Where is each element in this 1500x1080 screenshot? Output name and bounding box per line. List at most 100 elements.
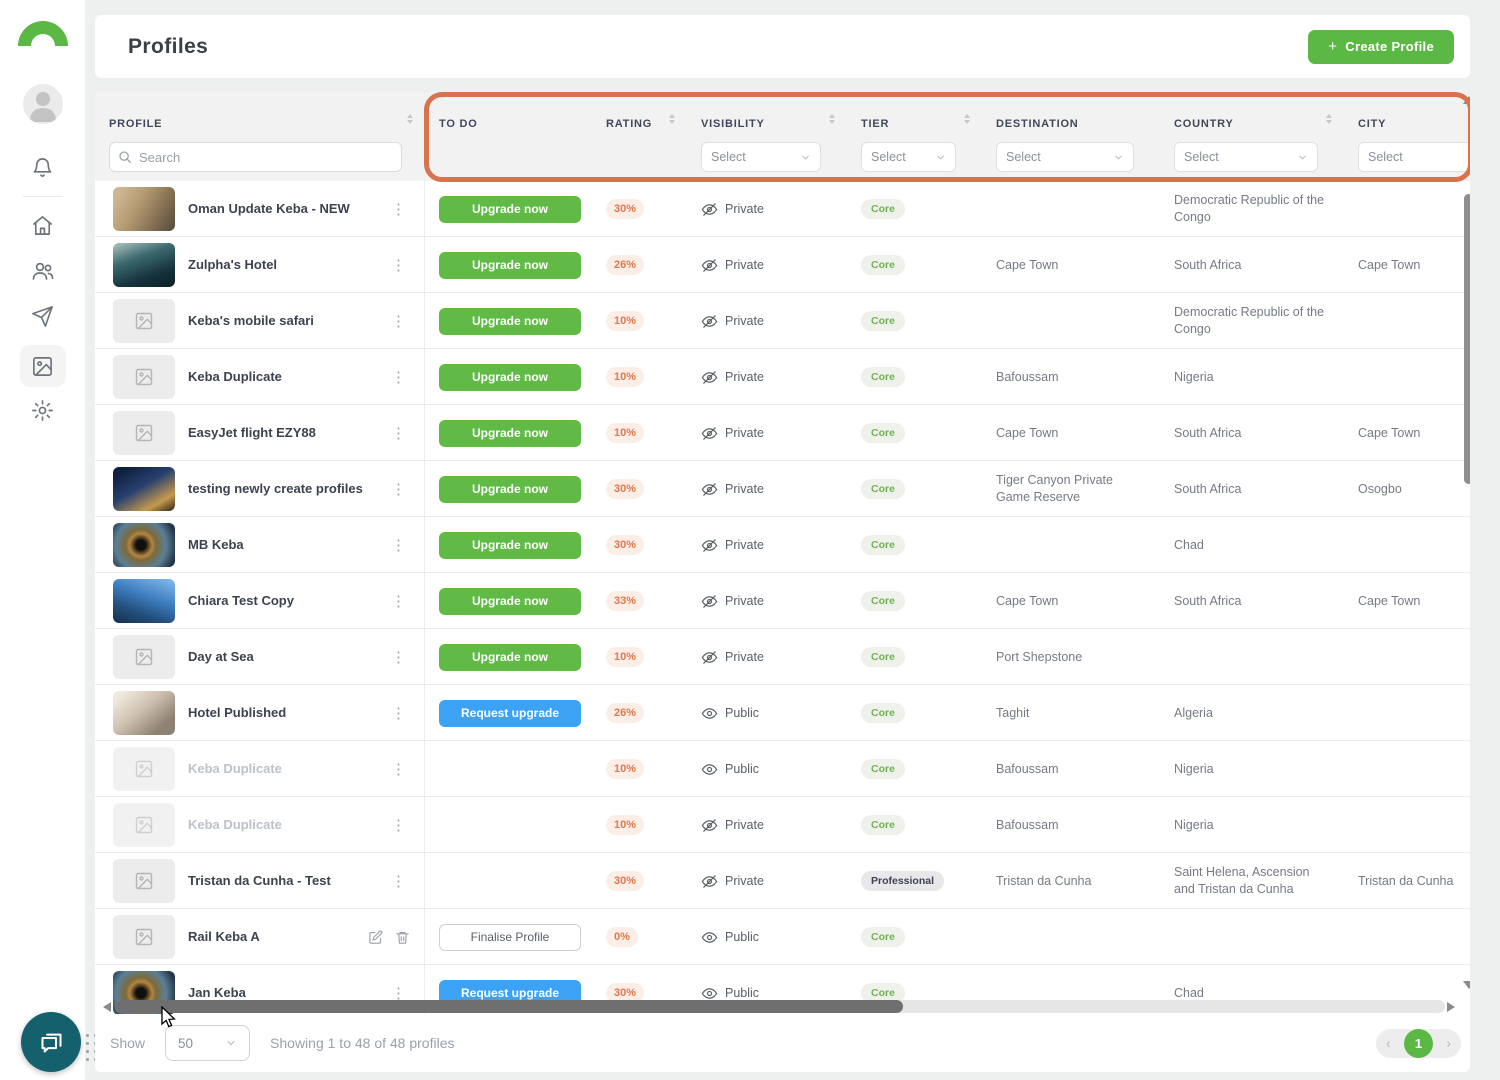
create-profile-button[interactable]: + Create Profile	[1308, 30, 1454, 64]
visibility-cell: Public	[687, 985, 847, 1002]
eye-off-icon	[701, 313, 718, 330]
todo-cell: Finalise Profile	[425, 924, 592, 951]
profile-name: Zulpha's Hotel	[188, 257, 374, 273]
chevron-down-icon	[800, 152, 811, 163]
chat-icon	[38, 1029, 65, 1056]
row-menu-button[interactable]: ⋮	[387, 704, 410, 722]
row-menu-button[interactable]: ⋮	[387, 368, 410, 386]
sidebar-item-users[interactable]	[0, 259, 85, 283]
tier-cell: Core	[847, 759, 982, 779]
todo-button[interactable]: Upgrade now	[439, 252, 581, 279]
country-cell: Chad	[1160, 985, 1344, 1002]
column-header-city: CITY Select	[1344, 92, 1470, 181]
sidebar-item-home[interactable]	[0, 214, 85, 237]
visibility-label: Private	[725, 538, 764, 552]
sidebar-item-settings[interactable]	[0, 399, 85, 422]
current-page-button[interactable]: 1	[1404, 1029, 1433, 1058]
edit-button[interactable]	[368, 930, 383, 945]
destination-filter-select[interactable]: Select	[996, 142, 1134, 172]
chat-button[interactable]	[21, 1012, 81, 1072]
rating-badge: 30%	[606, 479, 644, 499]
rating-cell: 0%	[592, 927, 687, 947]
profile-name: MB Keba	[188, 537, 374, 553]
horizontal-scrollbar-track[interactable]	[115, 1000, 1445, 1013]
row-menu-button[interactable]: ⋮	[387, 256, 410, 274]
row-menu-button[interactable]: ⋮	[387, 312, 410, 330]
profile-name: Keba's mobile safari	[188, 313, 374, 329]
row-menu-button[interactable]: ⋮	[387, 592, 410, 610]
row-menu-button[interactable]: ⋮	[387, 536, 410, 554]
eye-off-icon	[701, 257, 718, 274]
city-filter-select[interactable]: Select	[1358, 142, 1470, 172]
page-title: Profiles	[128, 35, 208, 59]
sort-icon[interactable]	[669, 114, 675, 124]
tier-cell: Core	[847, 647, 982, 667]
vertical-scrollbar[interactable]	[1464, 194, 1470, 484]
todo-button[interactable]: Upgrade now	[439, 420, 581, 447]
scroll-right-arrow[interactable]	[1447, 1002, 1455, 1012]
table-row: testing newly create profiles ⋮ Upgrade …	[95, 461, 1470, 517]
profile-cell: Chiara Test Copy ⋮	[95, 573, 425, 629]
horizontal-scrollbar[interactable]	[115, 1000, 903, 1013]
sort-icon[interactable]	[964, 114, 970, 124]
prev-page-button[interactable]: ‹	[1386, 1035, 1391, 1051]
next-page-button[interactable]: ›	[1446, 1035, 1451, 1051]
sidebar-item-notifications[interactable]	[0, 156, 85, 179]
profile-cell: Keba Duplicate ⋮	[95, 741, 425, 797]
row-menu-button[interactable]: ⋮	[387, 480, 410, 498]
search-icon	[118, 150, 132, 164]
tier-cell: Core	[847, 423, 982, 443]
todo-button[interactable]: Upgrade now	[439, 308, 581, 335]
profile-search-input[interactable]	[109, 142, 402, 172]
todo-button[interactable]: Upgrade now	[439, 476, 581, 503]
rating-cell: 30%	[592, 535, 687, 555]
visibility-label: Public	[725, 930, 759, 944]
delete-button[interactable]	[395, 930, 410, 945]
profile-name: Keba Duplicate	[188, 761, 374, 777]
rating-badge: 30%	[606, 871, 644, 891]
row-menu-button[interactable]: ⋮	[387, 648, 410, 666]
scroll-down-arrow[interactable]	[1463, 981, 1470, 989]
sort-icon[interactable]	[1326, 114, 1332, 124]
todo-button[interactable]: Upgrade now	[439, 364, 581, 391]
scroll-up-arrow[interactable]	[1463, 96, 1470, 104]
tier-filter-select[interactable]: Select	[861, 142, 956, 172]
sort-icon[interactable]	[829, 114, 835, 124]
sort-icon[interactable]	[407, 114, 413, 124]
sidebar-item-send[interactable]	[0, 305, 85, 328]
profiles-table: PROFILE TO DO RATING VISIBILITY	[95, 92, 1470, 1072]
row-menu-button[interactable]: ⋮	[387, 760, 410, 778]
country-filter-select[interactable]: Select	[1174, 142, 1318, 172]
visibility-cell: Private	[687, 369, 847, 386]
todo-button[interactable]: Upgrade now	[439, 588, 581, 615]
home-icon	[31, 214, 54, 237]
tier-badge: Core	[861, 927, 905, 947]
todo-button[interactable]: Upgrade now	[439, 644, 581, 671]
todo-button[interactable]: Finalise Profile	[439, 924, 581, 951]
profile-name: testing newly create profiles	[188, 481, 374, 497]
sidebar-item-profiles[interactable]	[0, 345, 85, 387]
page-size-select[interactable]: 50	[165, 1025, 250, 1061]
avatar-icon	[23, 84, 63, 124]
row-menu-button[interactable]: ⋮	[387, 872, 410, 890]
todo-button[interactable]: Upgrade now	[439, 532, 581, 559]
todo-button[interactable]: Request upgrade	[439, 700, 581, 727]
row-menu-button[interactable]: ⋮	[387, 424, 410, 442]
row-menu-button[interactable]: ⋮	[387, 200, 410, 218]
image-placeholder-icon	[134, 367, 154, 387]
scroll-left-arrow[interactable]	[103, 1002, 111, 1012]
todo-button[interactable]: Upgrade now	[439, 196, 581, 223]
eye-off-icon	[701, 201, 718, 218]
profile-thumbnail	[113, 467, 175, 511]
destination-cell: Port Shepstone	[982, 649, 1160, 666]
todo-cell: Upgrade now	[425, 196, 592, 223]
user-avatar[interactable]	[0, 84, 85, 124]
profile-cell: Keba Duplicate ⋮	[95, 349, 425, 405]
create-profile-label: Create Profile	[1345, 39, 1434, 54]
row-menu-button[interactable]: ⋮	[387, 816, 410, 834]
app-logo[interactable]	[0, 16, 85, 46]
visibility-filter-select[interactable]: Select	[701, 142, 821, 172]
country-cell: Algeria	[1160, 705, 1344, 722]
visibility-cell: Public	[687, 929, 847, 946]
rating-badge: 26%	[606, 703, 644, 723]
